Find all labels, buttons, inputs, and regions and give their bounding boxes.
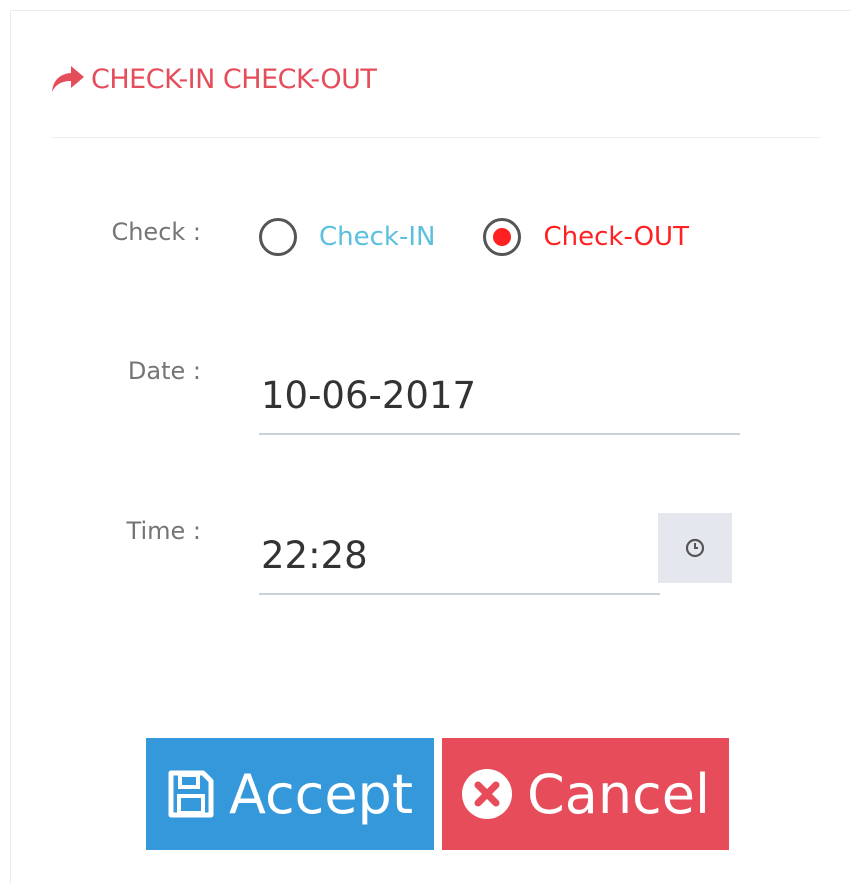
page-title: CHECK-IN CHECK-OUT (91, 63, 377, 95)
check-radio-group: Check-IN Check-OUT (259, 215, 737, 259)
accept-button[interactable]: Accept (146, 738, 434, 850)
header-divider (51, 137, 821, 138)
close-circle-icon (461, 768, 513, 820)
radio-check-in[interactable] (259, 218, 297, 256)
check-in-out-panel: CHECK-IN CHECK-OUT Check : Check-IN Chec… (10, 10, 851, 884)
date-label: Date : (127, 357, 201, 385)
time-value: 22:28 (261, 533, 368, 577)
radio-check-out[interactable] (483, 218, 522, 256)
radio-check-in-label[interactable]: Check-IN (319, 222, 435, 252)
save-icon (167, 769, 215, 819)
time-picker-button[interactable] (658, 513, 732, 583)
cancel-button-label: Cancel (527, 762, 710, 826)
cancel-button[interactable]: Cancel (442, 738, 729, 850)
time-input[interactable]: 22:28 (259, 517, 660, 595)
date-value: 10-06-2017 (261, 373, 477, 417)
accept-button-label: Accept (228, 762, 414, 826)
clock-icon (685, 538, 705, 558)
panel-header: CHECK-IN CHECK-OUT (51, 59, 377, 99)
share-arrow-icon (51, 64, 85, 94)
time-label: Time : (126, 517, 201, 545)
radio-selected-dot (493, 228, 512, 246)
radio-check-out-label[interactable]: Check-OUT (543, 222, 688, 252)
date-input[interactable]: 10-06-2017 (259, 357, 740, 435)
check-label: Check : (111, 218, 201, 246)
